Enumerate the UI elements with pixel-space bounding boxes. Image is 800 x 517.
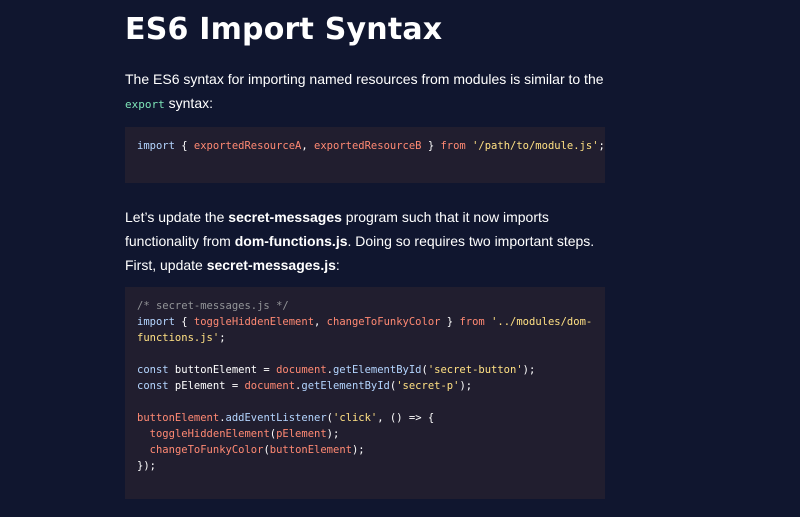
code-token: getElementById bbox=[301, 380, 390, 392]
code-token: toggleHiddenElement bbox=[149, 428, 270, 440]
code-token: changeToFunkyColor bbox=[149, 444, 264, 456]
code-line: import { exportedResourceA, exportedReso… bbox=[137, 138, 605, 154]
bold-text: dom-functions.js bbox=[234, 233, 348, 249]
code-token: document bbox=[276, 364, 327, 376]
code-line: toggleHiddenElement(pElement); bbox=[137, 426, 605, 442]
code-token: import bbox=[137, 140, 175, 152]
code-token: const bbox=[137, 364, 169, 376]
intro-text: The ES6 syntax for importing named resou… bbox=[125, 71, 604, 87]
code-token: buttonElement bbox=[269, 444, 352, 456]
code-line: const buttonElement = document.getElemen… bbox=[137, 362, 605, 378]
code-token: import bbox=[137, 316, 175, 328]
intro-text-end: syntax: bbox=[164, 95, 213, 111]
bold-text: secret-messages.js bbox=[206, 257, 336, 273]
code-token: exportedResourceA bbox=[193, 140, 302, 152]
code-token: addEventListener bbox=[225, 412, 327, 424]
secret-messages-code-block[interactable]: /* secret-messages.js */ import { toggle… bbox=[125, 287, 605, 499]
code-token: '../modules/dom- bbox=[491, 316, 593, 328]
code-token: } bbox=[440, 316, 460, 328]
code-token: ); bbox=[351, 444, 365, 456]
code-token: const bbox=[137, 380, 169, 392]
code-token: '/path/to/module.js' bbox=[472, 140, 599, 152]
code-token: 'secret-button' bbox=[427, 364, 523, 376]
code-token: pElement = bbox=[168, 380, 245, 392]
code-token: buttonElement bbox=[137, 412, 220, 424]
code-token: 'click' bbox=[333, 412, 378, 424]
code-token: pElement bbox=[276, 428, 327, 440]
code-line: buttonElement.addEventListener('click', … bbox=[137, 410, 605, 426]
code-token: { bbox=[174, 316, 194, 328]
instructions-paragraph: Let’s update the secret-messages program… bbox=[125, 205, 605, 277]
code-token: exportedResourceB bbox=[314, 140, 422, 152]
code-token: changeToFunkyColor bbox=[326, 316, 441, 328]
page-title: ES6 Import Syntax bbox=[125, 12, 443, 47]
code-token: , bbox=[301, 140, 315, 152]
inline-code-export: export bbox=[125, 98, 165, 111]
code-line: functions.js'; bbox=[137, 330, 605, 346]
code-token: from bbox=[459, 316, 485, 328]
code-line: const pElement = document.getElementById… bbox=[137, 378, 605, 394]
code-token: toggleHiddenElement bbox=[193, 316, 315, 328]
code-token: ); bbox=[522, 364, 536, 376]
code-line: changeToFunkyColor(buttonElement); bbox=[137, 442, 605, 458]
code-comment: /* secret-messages.js */ bbox=[137, 300, 289, 312]
code-token: , () => { bbox=[377, 412, 435, 424]
bold-text: secret-messages bbox=[228, 209, 342, 225]
code-token: } bbox=[421, 140, 441, 152]
paragraph-text: : bbox=[335, 257, 340, 273]
code-token: functions.js' bbox=[137, 332, 220, 344]
code-line: /* secret-messages.js */ bbox=[137, 298, 605, 314]
code-token: ; bbox=[219, 332, 226, 344]
code-token: ); bbox=[459, 380, 473, 392]
code-token: document bbox=[244, 380, 296, 392]
code-token: 'secret-p' bbox=[396, 380, 460, 392]
import-syntax-code-block[interactable]: import { exportedResourceA, exportedReso… bbox=[125, 127, 605, 183]
code-token: { bbox=[174, 140, 194, 152]
code-token: }); bbox=[137, 460, 156, 472]
paragraph-text: Let’s update the bbox=[125, 209, 229, 225]
code-token: ; bbox=[598, 140, 605, 152]
code-line: }); bbox=[137, 458, 605, 474]
code-token: from bbox=[440, 140, 466, 152]
code-token: getElementById bbox=[332, 364, 422, 376]
code-line: import { toggleHiddenElement, changeToFu… bbox=[137, 314, 605, 330]
code-token: buttonElement = bbox=[168, 364, 277, 376]
code-token: ); bbox=[326, 428, 340, 440]
intro-paragraph: The ES6 syntax for importing named resou… bbox=[125, 67, 605, 117]
code-token: , bbox=[314, 316, 327, 328]
